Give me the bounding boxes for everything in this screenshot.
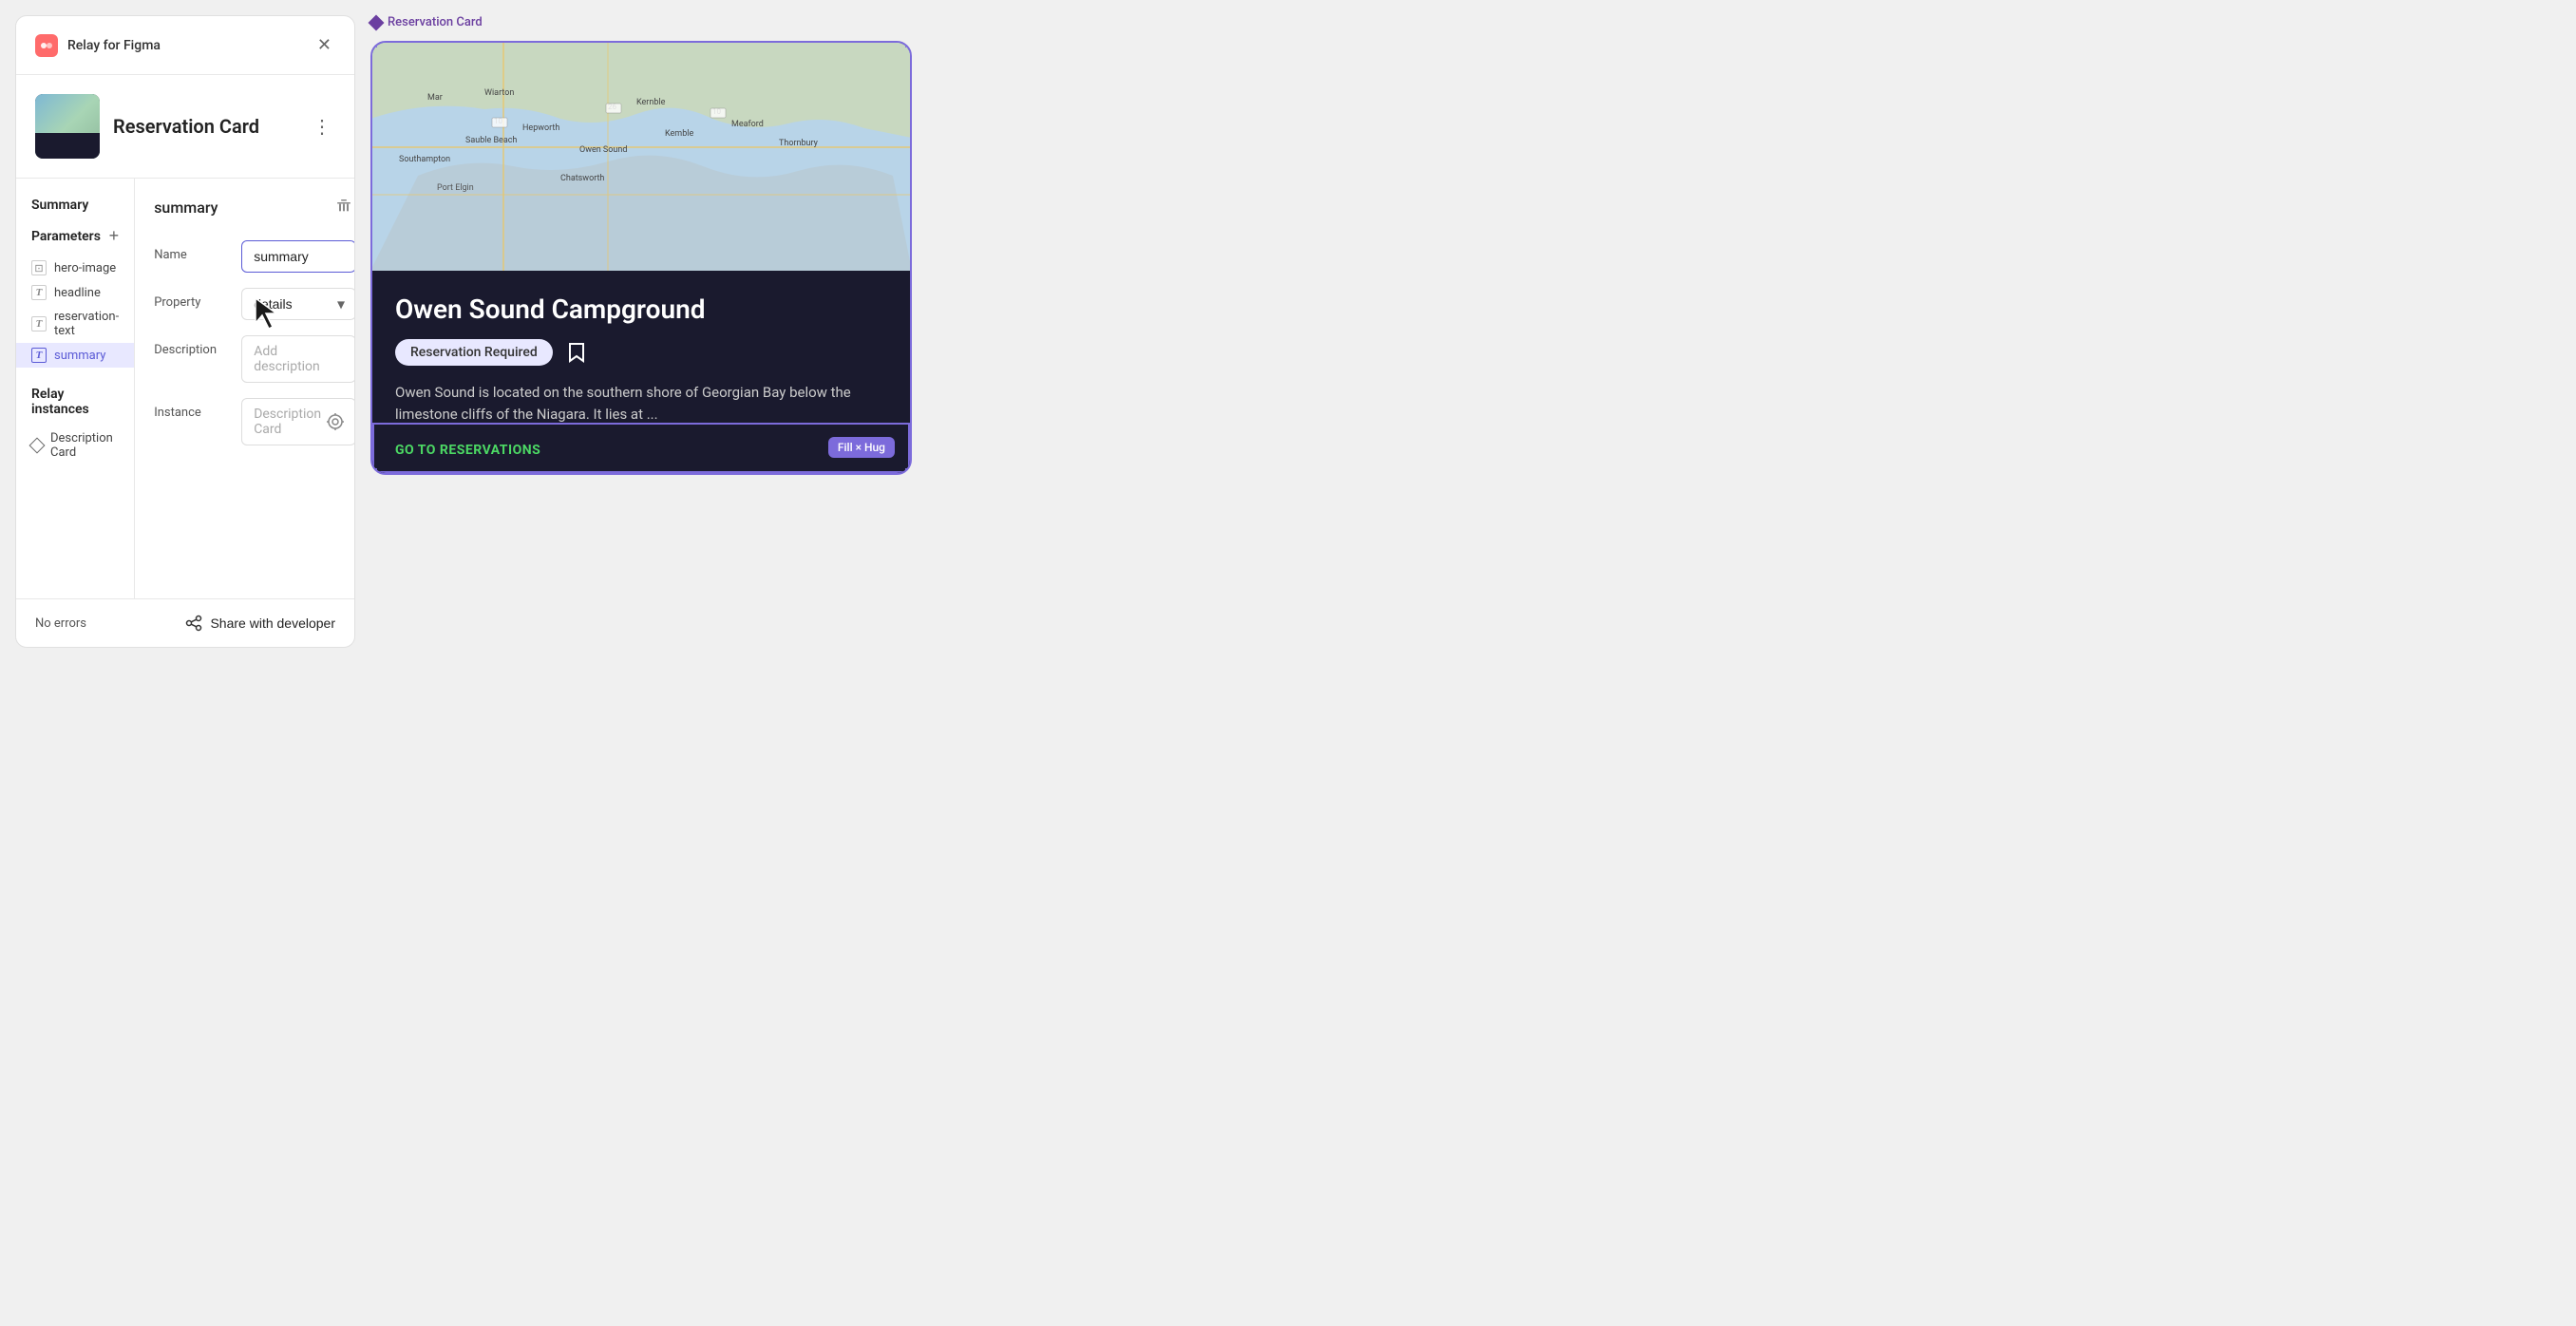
text-param-icon-headline: T [31, 285, 47, 300]
svg-text:Kernble: Kernble [636, 98, 666, 107]
add-parameter-button[interactable]: + [109, 226, 120, 246]
property-select[interactable]: details text title description [241, 288, 355, 320]
corner-handle-bl [370, 468, 377, 475]
relay-instances-title: Relay instances [16, 383, 134, 426]
card-map-area: Southampton Sauble Beach Hepworth Owen S… [372, 43, 910, 271]
svg-text:Southampton: Southampton [399, 155, 450, 164]
map-svg: Southampton Sauble Beach Hepworth Owen S… [372, 43, 910, 271]
corner-handle-br [905, 468, 912, 475]
close-button[interactable]: ✕ [313, 31, 335, 59]
text-param-icon-reservation: T [31, 316, 47, 332]
param-label-headline: headline [54, 286, 101, 300]
param-item-hero-image[interactable]: ⊡ hero-image [16, 256, 134, 280]
corner-handle-tr [905, 41, 912, 47]
share-with-developer-button[interactable]: Share with developer [185, 615, 335, 632]
card-description: Owen Sound is located on the southern sh… [395, 382, 887, 425]
reservation-required-tag: Reservation Required [395, 339, 553, 366]
left-panel: Relay for Figma ✕ Reservation Card ⋮ Sum… [15, 15, 355, 648]
name-label: Name [154, 240, 230, 262]
parameters-section-header: Parameters + [16, 222, 134, 256]
delete-button[interactable] [331, 194, 355, 221]
card-info: Owen Sound Campground Reservation Requir… [372, 271, 910, 425]
property-select-wrapper: details text title description ▾ [241, 288, 355, 320]
instance-field-control: Description Card [241, 398, 355, 445]
fill-hug-badge: Fill × Hug [828, 437, 895, 458]
parameters-title: Parameters [31, 229, 101, 244]
instance-label: Instance [154, 398, 230, 420]
property-label: Property [154, 288, 230, 310]
corner-handle-tl [370, 41, 377, 47]
panel-header: Relay for Figma ✕ [16, 16, 354, 75]
description-field-row: Description Add description [154, 335, 355, 383]
param-label-reservation-text: reservation-text [54, 310, 119, 338]
share-label: Share with developer [210, 616, 335, 631]
app-title: Relay for Figma [67, 38, 161, 53]
component-thumbnail [35, 94, 100, 159]
parameters-list: ⊡ hero-image T headline T reservation-te… [16, 256, 134, 368]
relay-instance-label: Description Card [50, 431, 119, 460]
description-field-control: Add description [241, 335, 355, 383]
bookmark-icon[interactable] [562, 338, 591, 367]
text-param-icon-summary: T [31, 348, 47, 363]
detail-panel: summary Name [135, 179, 355, 598]
figma-component-label: Reservation Card [370, 15, 1273, 29]
param-item-reservation-text[interactable]: T reservation-text [16, 305, 134, 343]
svg-text:Wiarton: Wiarton [484, 88, 514, 98]
component-header: Reservation Card ⋮ [16, 75, 354, 179]
card-cta-text: GO TO RESERVATIONS [395, 443, 540, 458]
panel-footer: No errors Share with developer [16, 598, 354, 647]
right-panel: Reservation Card Southam [370, 0, 1288, 663]
relay-instances-list: Description Card [16, 426, 134, 464]
card-tags: Reservation Required [395, 338, 887, 367]
image-param-icon: ⊡ [31, 260, 47, 275]
panel-body: Summary Parameters + ⊡ hero-image T head… [16, 179, 354, 598]
instance-value: Description Card [254, 407, 327, 437]
property-field-row: Property details text title description … [154, 288, 355, 320]
no-errors-label: No errors [35, 616, 86, 631]
name-field-row: Name [154, 240, 355, 273]
component-header-left: Reservation Card [35, 94, 259, 159]
param-label-hero-image: hero-image [54, 261, 116, 275]
detail-title: summary [154, 199, 218, 217]
target-icon[interactable] [327, 410, 344, 433]
card-title: Owen Sound Campground [395, 294, 887, 325]
component-name: Reservation Card [113, 115, 259, 138]
description-label: Description [154, 335, 230, 357]
figma-label-text: Reservation Card [388, 15, 483, 29]
name-input[interactable] [241, 240, 355, 273]
svg-text:Hepworth: Hepworth [522, 123, 559, 133]
param-label-summary: summary [54, 349, 105, 363]
svg-text:Kemble: Kemble [665, 129, 693, 139]
card-footer: GO TO RESERVATIONS Fill × Hug [372, 425, 910, 473]
svg-text:Sauble Beach: Sauble Beach [465, 136, 517, 145]
detail-header: summary [154, 194, 355, 221]
relay-instance-description-card[interactable]: Description Card [16, 426, 134, 464]
thumbnail-dark-overlay [35, 133, 100, 159]
header-left: Relay for Figma [35, 34, 161, 57]
param-item-headline[interactable]: T headline [16, 280, 134, 305]
more-options-button[interactable]: ⋮ [309, 111, 335, 142]
svg-text:Thornbury: Thornbury [779, 139, 819, 148]
summary-section-title: Summary [16, 194, 134, 222]
svg-text:Owen Sound: Owen Sound [579, 145, 627, 155]
figma-diamond-icon [369, 14, 385, 30]
svg-text:Mar: Mar [427, 93, 443, 103]
description-input[interactable]: Add description [241, 335, 355, 383]
reservation-card: Southampton Sauble Beach Hepworth Owen S… [370, 41, 912, 475]
svg-text:Meaford: Meaford [731, 120, 764, 129]
instance-field-row: Instance Description Card [154, 398, 355, 445]
param-item-summary[interactable]: T summary [16, 343, 134, 368]
svg-text:Port Elgin: Port Elgin [437, 183, 474, 193]
thumbnail-map-bg [35, 94, 100, 159]
card-footer-wrapper: GO TO RESERVATIONS Fill × Hug [372, 425, 910, 473]
svg-text:Chatsworth: Chatsworth [560, 174, 604, 183]
sidebar: Summary Parameters + ⊡ hero-image T head… [16, 179, 135, 598]
relay-app-icon [35, 34, 58, 57]
name-field-control [241, 240, 355, 273]
share-icon [185, 615, 202, 632]
diamond-icon [29, 438, 46, 454]
